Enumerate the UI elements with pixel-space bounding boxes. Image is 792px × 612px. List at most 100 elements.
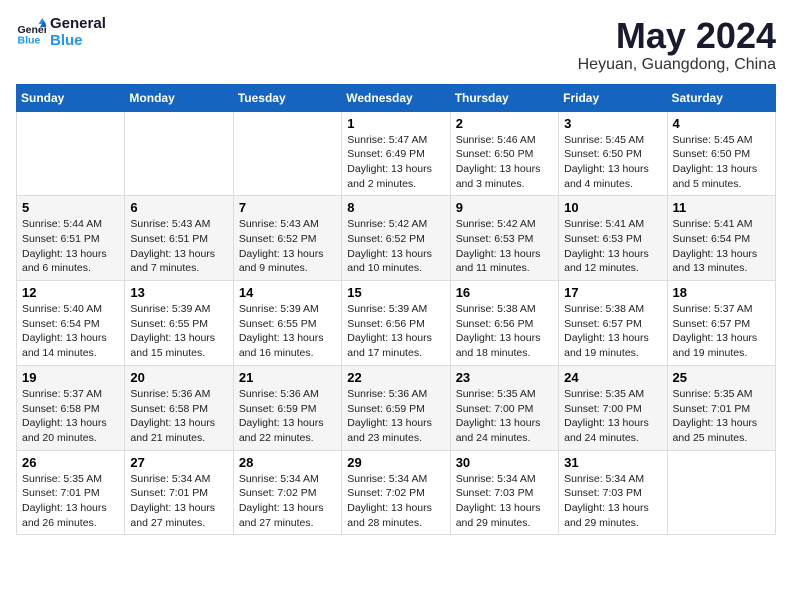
logo-icon: General Blue: [16, 18, 46, 48]
calendar-cell: 3Sunrise: 5:45 AM Sunset: 6:50 PM Daylig…: [559, 111, 667, 196]
day-number: 17: [564, 285, 661, 300]
day-number: 3: [564, 116, 661, 131]
day-number: 1: [347, 116, 444, 131]
calendar-cell: 4 Sunrise: 5:45 AM Sunset: 6:50 PM Daylig…: [667, 111, 775, 196]
cell-info: Sunrise: 5:36 AM Sunset: 6:59 PM Dayligh…: [347, 387, 444, 446]
calendar-cell: 22 Sunrise: 5:36 AM Sunset: 6:59 PM Dayli…: [342, 365, 450, 450]
cell-info: Sunrise: 5:35 AM Sunset: 7:00 PM Dayligh…: [456, 387, 553, 446]
day-number: 21: [239, 370, 336, 385]
calendar-row-0: 1 Sunrise: 5:47 AM Sunset: 6:49 PM Daylig…: [17, 111, 776, 196]
cell-info: Sunrise: 5:35 AM Sunset: 7:00 PM Dayligh…: [564, 387, 661, 446]
calendar-row-1: 5 Sunrise: 5:44 AM Sunset: 6:51 PM Daylig…: [17, 196, 776, 281]
day-number: 16: [456, 285, 553, 300]
cell-info: Sunrise: 5:36 AM Sunset: 6:58 PM Dayligh…: [130, 387, 227, 446]
cell-info: Sunrise: 5:42 AM Sunset: 6:53 PM Dayligh…: [456, 217, 553, 276]
calendar-cell: 20 Sunrise: 5:36 AM Sunset: 6:58 PM Dayli…: [125, 365, 233, 450]
day-number: 8: [347, 200, 444, 215]
day-number: 25: [673, 370, 770, 385]
calendar-row-2: 12Sunrise: 5:40 AM Sunset: 6:54 PM Dayli…: [17, 281, 776, 366]
cell-info: Sunrise: 5:34 AM Sunset: 7:03 PM Dayligh…: [456, 472, 553, 531]
calendar-cell: 2Sunrise: 5:46 AM Sunset: 6:50 PM Daylig…: [450, 111, 558, 196]
cell-info: Sunrise: 5:34 AM Sunset: 7:01 PM Dayligh…: [130, 472, 227, 531]
calendar-cell: 31Sunrise: 5:34 AM Sunset: 7:03 PM Dayli…: [559, 450, 667, 535]
calendar-table: Sunday Monday Tuesday Wednesday Thursday…: [16, 84, 776, 536]
day-number: 4: [673, 116, 770, 131]
calendar-cell: 11Sunrise: 5:41 AM Sunset: 6:54 PM Dayli…: [667, 196, 775, 281]
day-number: 31: [564, 455, 661, 470]
day-number: 9: [456, 200, 553, 215]
calendar-subtitle: Heyuan, Guangdong, China: [578, 56, 776, 74]
day-number: 23: [456, 370, 553, 385]
cell-info: Sunrise: 5:38 AM Sunset: 6:57 PM Dayligh…: [564, 302, 661, 361]
calendar-cell: 10 Sunrise: 5:41 AM Sunset: 6:53 PM Dayli…: [559, 196, 667, 281]
day-number: 10: [564, 200, 661, 215]
header-thursday: Thursday: [450, 84, 558, 111]
day-number: 20: [130, 370, 227, 385]
cell-info: Sunrise: 5:41 AM Sunset: 6:53 PM Dayligh…: [564, 217, 661, 276]
logo: General Blue General Blue: [16, 16, 106, 49]
header-wednesday: Wednesday: [342, 84, 450, 111]
cell-info: Sunrise: 5:43 AM Sunset: 6:51 PM Dayligh…: [130, 217, 227, 276]
cell-info: Sunrise: 5:47 AM Sunset: 6:49 PM Dayligh…: [347, 133, 444, 192]
cell-info: Sunrise: 5:44 AM Sunset: 6:51 PM Dayligh…: [22, 217, 119, 276]
header-monday: Monday: [125, 84, 233, 111]
cell-info: Sunrise: 5:34 AM Sunset: 7:02 PM Dayligh…: [347, 472, 444, 531]
calendar-cell: 17 Sunrise: 5:38 AM Sunset: 6:57 PM Dayli…: [559, 281, 667, 366]
day-number: 22: [347, 370, 444, 385]
calendar-cell: 12Sunrise: 5:40 AM Sunset: 6:54 PM Dayli…: [17, 281, 125, 366]
calendar-cell: 29Sunrise: 5:34 AM Sunset: 7:02 PM Dayli…: [342, 450, 450, 535]
day-number: 14: [239, 285, 336, 300]
day-number: 27: [130, 455, 227, 470]
day-number: 15: [347, 285, 444, 300]
calendar-cell: 8 Sunrise: 5:42 AM Sunset: 6:52 PM Daylig…: [342, 196, 450, 281]
cell-info: Sunrise: 5:34 AM Sunset: 7:02 PM Dayligh…: [239, 472, 336, 531]
calendar-cell: 26 Sunrise: 5:35 AM Sunset: 7:01 PM Dayli…: [17, 450, 125, 535]
day-number: 18: [673, 285, 770, 300]
calendar-cell: 21 Sunrise: 5:36 AM Sunset: 6:59 PM Dayli…: [233, 365, 341, 450]
day-number: 6: [130, 200, 227, 215]
calendar-cell: [125, 111, 233, 196]
cell-info: Sunrise: 5:35 AM Sunset: 7:01 PM Dayligh…: [22, 472, 119, 531]
svg-text:Blue: Blue: [18, 34, 41, 46]
calendar-title: May 2024: [578, 16, 776, 56]
calendar-cell: 14 Sunrise: 5:39 AM Sunset: 6:55 PM Dayli…: [233, 281, 341, 366]
calendar-row-4: 26 Sunrise: 5:35 AM Sunset: 7:01 PM Dayli…: [17, 450, 776, 535]
calendar-cell: [17, 111, 125, 196]
header-saturday: Saturday: [667, 84, 775, 111]
cell-info: Sunrise: 5:40 AM Sunset: 6:54 PM Dayligh…: [22, 302, 119, 361]
calendar-cell: 25 Sunrise: 5:35 AM Sunset: 7:01 PM Dayli…: [667, 365, 775, 450]
header-friday: Friday: [559, 84, 667, 111]
day-number: 28: [239, 455, 336, 470]
calendar-cell: 1 Sunrise: 5:47 AM Sunset: 6:49 PM Daylig…: [342, 111, 450, 196]
calendar-cell: 7Sunrise: 5:43 AM Sunset: 6:52 PM Daylig…: [233, 196, 341, 281]
calendar-cell: [667, 450, 775, 535]
calendar-cell: 18 Sunrise: 5:37 AM Sunset: 6:57 PM Dayli…: [667, 281, 775, 366]
cell-info: Sunrise: 5:42 AM Sunset: 6:52 PM Dayligh…: [347, 217, 444, 276]
day-number: 30: [456, 455, 553, 470]
calendar-cell: 24 Sunrise: 5:35 AM Sunset: 7:00 PM Dayli…: [559, 365, 667, 450]
calendar-row-3: 19 Sunrise: 5:37 AM Sunset: 6:58 PM Dayli…: [17, 365, 776, 450]
weekday-header-row: Sunday Monday Tuesday Wednesday Thursday…: [17, 84, 776, 111]
header-tuesday: Tuesday: [233, 84, 341, 111]
calendar-cell: 6 Sunrise: 5:43 AM Sunset: 6:51 PM Daylig…: [125, 196, 233, 281]
day-number: 19: [22, 370, 119, 385]
day-number: 24: [564, 370, 661, 385]
cell-info: Sunrise: 5:45 AM Sunset: 6:50 PM Dayligh…: [673, 133, 770, 192]
day-number: 5: [22, 200, 119, 215]
calendar-cell: 9 Sunrise: 5:42 AM Sunset: 6:53 PM Daylig…: [450, 196, 558, 281]
day-number: 26: [22, 455, 119, 470]
cell-info: Sunrise: 5:39 AM Sunset: 6:55 PM Dayligh…: [239, 302, 336, 361]
calendar-cell: 16Sunrise: 5:38 AM Sunset: 6:56 PM Dayli…: [450, 281, 558, 366]
calendar-cell: 13Sunrise: 5:39 AM Sunset: 6:55 PM Dayli…: [125, 281, 233, 366]
cell-info: Sunrise: 5:37 AM Sunset: 6:58 PM Dayligh…: [22, 387, 119, 446]
cell-info: Sunrise: 5:41 AM Sunset: 6:54 PM Dayligh…: [673, 217, 770, 276]
calendar-cell: 23 Sunrise: 5:35 AM Sunset: 7:00 PM Dayli…: [450, 365, 558, 450]
calendar-cell: 5 Sunrise: 5:44 AM Sunset: 6:51 PM Daylig…: [17, 196, 125, 281]
cell-info: Sunrise: 5:39 AM Sunset: 6:55 PM Dayligh…: [130, 302, 227, 361]
cell-info: Sunrise: 5:39 AM Sunset: 6:56 PM Dayligh…: [347, 302, 444, 361]
cell-info: Sunrise: 5:36 AM Sunset: 6:59 PM Dayligh…: [239, 387, 336, 446]
cell-info: Sunrise: 5:35 AM Sunset: 7:01 PM Dayligh…: [673, 387, 770, 446]
day-number: 7: [239, 200, 336, 215]
cell-info: Sunrise: 5:37 AM Sunset: 6:57 PM Dayligh…: [673, 302, 770, 361]
cell-info: Sunrise: 5:46 AM Sunset: 6:50 PM Dayligh…: [456, 133, 553, 192]
